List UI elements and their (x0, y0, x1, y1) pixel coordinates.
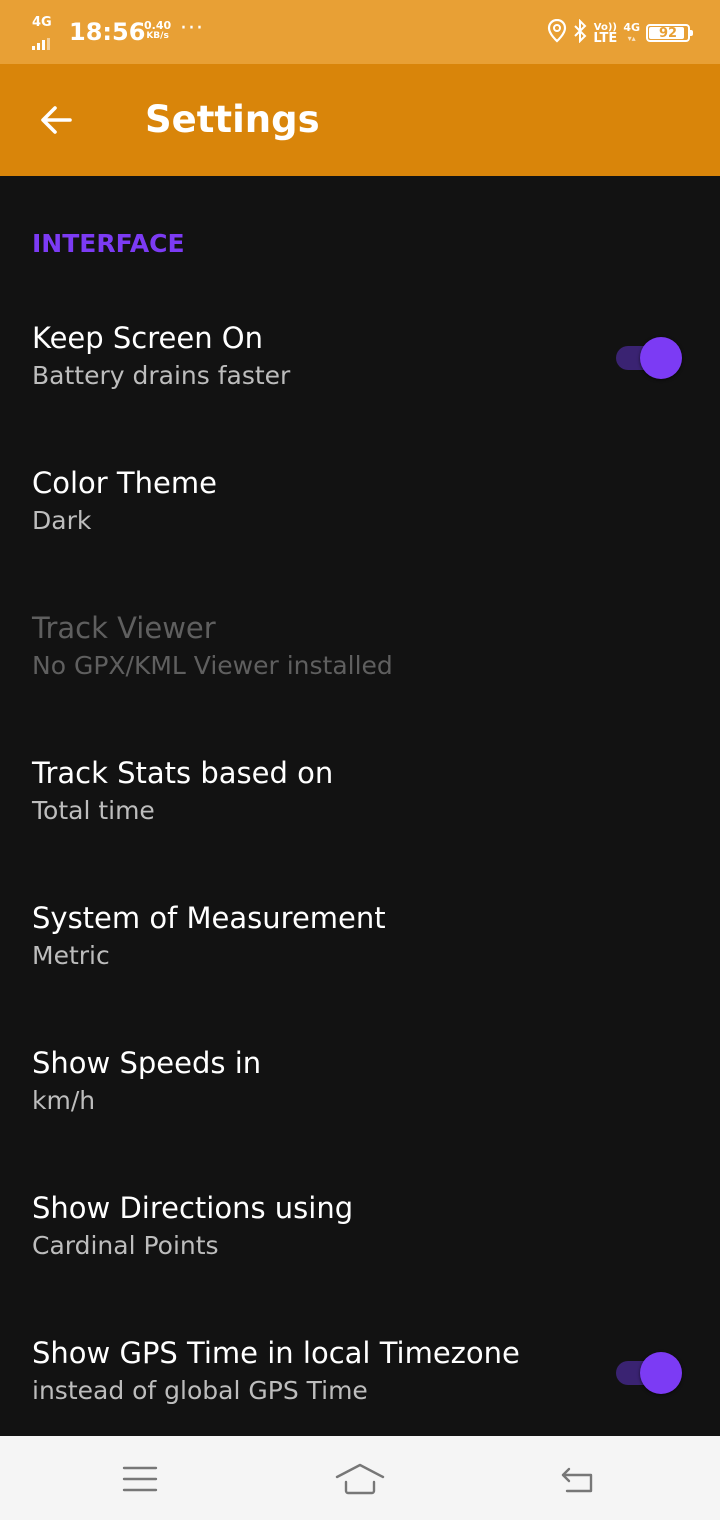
pref-title: Track Stats based on (32, 756, 334, 790)
bluetooth-icon (573, 18, 587, 47)
network-speed-value: 0.40 (144, 19, 172, 32)
pref-summary: Cardinal Points (32, 1231, 219, 1260)
pref-track-stats[interactable]: Track Stats based on Total time (0, 732, 720, 877)
pref-summary: No GPX/KML Viewer installed (32, 651, 393, 680)
data-arrows-icon: ▾▴ (627, 34, 636, 43)
status-time: 18:56 (69, 18, 146, 46)
gps-time-local-switch[interactable] (614, 1352, 684, 1394)
battery-icon: 92 (646, 24, 693, 42)
volte-bottom: LTE (593, 31, 618, 46)
network-type: 4G (32, 15, 52, 30)
switch-thumb (640, 337, 682, 379)
pref-summary: instead of global GPS Time (32, 1376, 368, 1405)
secondary-network: 4G ▾▴ (623, 22, 640, 44)
network-speed: 0.40 KB/s (144, 20, 171, 42)
pref-summary: Metric (32, 941, 110, 970)
pref-keep-screen-on[interactable]: Keep Screen On Battery drains faster (0, 297, 720, 442)
page-title: Settings (145, 98, 320, 141)
pref-system-of-measurement[interactable]: System of Measurement Metric (0, 877, 720, 1022)
back-nav-button[interactable] (549, 1454, 609, 1504)
recents-button[interactable] (110, 1454, 170, 1504)
pref-title: System of Measurement (32, 901, 386, 935)
pref-title: Keep Screen On (32, 321, 264, 355)
network-speed-unit: KB/s (146, 31, 169, 41)
battery-tip (690, 30, 693, 36)
home-button[interactable] (330, 1454, 390, 1504)
pref-summary: Dark (32, 506, 92, 535)
switch-thumb (640, 1352, 682, 1394)
pref-title: Show Directions using (32, 1191, 354, 1225)
pref-title: Show GPS Time in local Timezone (32, 1336, 520, 1370)
navigation-bar (0, 1436, 720, 1520)
arrow-back-icon (41, 106, 72, 134)
menu-icon (122, 1466, 158, 1492)
settings-list[interactable]: INTERFACE Keep Screen On Battery drains … (0, 176, 720, 1436)
secondary-network-type: 4G (623, 21, 640, 34)
status-icons: Vo)) LTE 4G ▾▴ 92 (547, 18, 693, 48)
pref-summary: Battery drains faster (32, 361, 291, 390)
pref-show-speeds[interactable]: Show Speeds in km/h (0, 1022, 720, 1167)
battery-level: 92 (658, 25, 678, 41)
app-bar: Settings (0, 64, 720, 176)
pref-title: Color Theme (32, 466, 217, 500)
back-button[interactable] (24, 88, 88, 152)
location-icon (547, 18, 567, 47)
keep-screen-on-switch[interactable] (614, 337, 684, 379)
pref-title: Track Viewer (32, 611, 216, 645)
status-bar: 4G 18:56 0.40 KB/s ··· Vo)) LTE 4G ▾▴ 92 (0, 0, 720, 64)
signal-icon (32, 31, 52, 50)
pref-summary: km/h (32, 1086, 96, 1115)
pref-show-directions[interactable]: Show Directions using Cardinal Points (0, 1167, 720, 1312)
section-header-interface: INTERFACE (32, 229, 185, 258)
pref-color-theme[interactable]: Color Theme Dark (0, 442, 720, 587)
pref-title: Show Speeds in (32, 1046, 262, 1080)
pref-summary: Total time (32, 796, 155, 825)
more-notifications-icon: ··· (180, 16, 204, 41)
back-icon (561, 1467, 593, 1493)
pref-track-viewer: Track Viewer No GPX/KML Viewer installed (0, 587, 720, 732)
volte-indicator: Vo)) LTE (593, 22, 618, 46)
home-icon (335, 1463, 385, 1495)
